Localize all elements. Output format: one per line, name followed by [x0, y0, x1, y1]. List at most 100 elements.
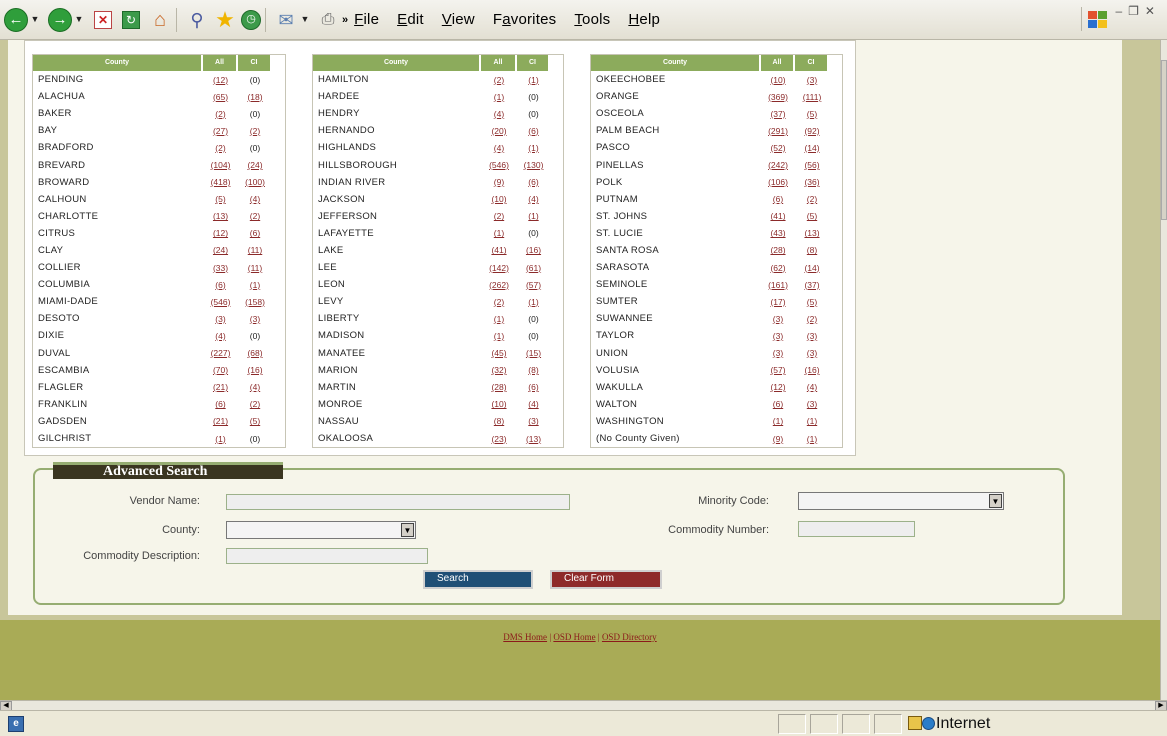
ci-count-link[interactable]: (6) [517, 126, 550, 136]
ci-count-link[interactable]: (37) [795, 280, 829, 290]
all-count-link[interactable]: (291) [761, 126, 795, 136]
all-count-link[interactable]: (242) [761, 160, 795, 170]
search-button[interactable]: Search [423, 570, 533, 589]
all-count-link[interactable]: (4) [203, 331, 238, 341]
ci-count-link[interactable]: (16) [795, 365, 829, 375]
ci-count-link[interactable]: (4) [238, 382, 272, 392]
all-count-link[interactable]: (3) [761, 331, 795, 341]
chevron-down-icon[interactable]: ▼ [989, 494, 1002, 508]
ci-count-link[interactable]: (92) [795, 126, 829, 136]
all-count-link[interactable]: (41) [481, 245, 517, 255]
ci-count-link[interactable]: (61) [517, 263, 550, 273]
all-count-link[interactable]: (62) [761, 263, 795, 273]
all-count-link[interactable]: (28) [481, 382, 517, 392]
ci-count-link[interactable]: (111) [795, 92, 829, 102]
all-count-link[interactable]: (28) [761, 245, 795, 255]
ci-count-link[interactable]: (4) [517, 399, 550, 409]
all-count-link[interactable]: (21) [203, 382, 238, 392]
all-count-link[interactable]: (41) [761, 211, 795, 221]
ci-count-link[interactable]: (1) [795, 416, 829, 426]
ci-count-link[interactable]: (5) [795, 109, 829, 119]
scrollbar-thumb[interactable] [1161, 60, 1167, 220]
all-count-link[interactable]: (1) [761, 416, 795, 426]
all-count-link[interactable]: (43) [761, 228, 795, 238]
all-count-link[interactable]: (13) [203, 211, 238, 221]
all-count-link[interactable]: (4) [481, 143, 517, 153]
ci-count-link[interactable]: (1) [517, 143, 550, 153]
all-count-link[interactable]: (12) [761, 382, 795, 392]
footer-link-osd-directory[interactable]: OSD Directory [602, 632, 657, 642]
ci-count-link[interactable]: (5) [238, 416, 272, 426]
commodity-number-field[interactable] [798, 521, 915, 537]
all-count-link[interactable]: (45) [481, 348, 517, 358]
mail-dropdown-icon[interactable]: ▼ [300, 8, 310, 32]
ci-count-link[interactable]: (11) [238, 263, 272, 273]
vertical-scrollbar[interactable] [1160, 40, 1167, 700]
all-count-link[interactable]: (2) [203, 143, 238, 153]
minority-code-select[interactable]: ▼ [798, 492, 1004, 510]
all-count-link[interactable]: (6) [761, 194, 795, 204]
ci-count-link[interactable]: (14) [795, 263, 829, 273]
ci-count-link[interactable]: (1) [517, 297, 550, 307]
ci-count-link[interactable]: (1) [517, 211, 550, 221]
ci-count-link[interactable]: (8) [795, 245, 829, 255]
all-count-link[interactable]: (227) [203, 348, 238, 358]
all-count-link[interactable]: (10) [481, 194, 517, 204]
all-count-link[interactable]: (142) [481, 263, 517, 273]
all-count-link[interactable]: (6) [203, 399, 238, 409]
ci-count-link[interactable]: (2) [238, 211, 272, 221]
all-count-link[interactable]: (12) [203, 75, 238, 85]
all-count-link[interactable]: (6) [203, 280, 238, 290]
ci-count-link[interactable]: (36) [795, 177, 829, 187]
all-count-link[interactable]: (9) [761, 434, 795, 444]
all-count-link[interactable]: (2) [481, 297, 517, 307]
stop-icon[interactable]: ✕ [94, 10, 112, 29]
ci-count-link[interactable]: (14) [795, 143, 829, 153]
refresh-icon[interactable]: ↻ [122, 10, 140, 29]
all-count-link[interactable]: (20) [481, 126, 517, 136]
all-count-link[interactable]: (37) [761, 109, 795, 119]
all-count-link[interactable]: (70) [203, 365, 238, 375]
all-count-link[interactable]: (1) [481, 331, 517, 341]
back-arrow-icon[interactable]: ← [4, 7, 28, 32]
menu-item-edit[interactable]: Edit [397, 11, 424, 28]
all-count-link[interactable]: (32) [481, 365, 517, 375]
all-count-link[interactable]: (12) [203, 228, 238, 238]
horizontal-scrollbar[interactable]: ◀ ▶ [0, 700, 1167, 711]
ci-count-link[interactable]: (3) [795, 331, 829, 341]
ci-count-link[interactable]: (2) [795, 194, 829, 204]
all-count-link[interactable]: (57) [761, 365, 795, 375]
all-count-link[interactable]: (546) [203, 297, 238, 307]
ci-count-link[interactable]: (6) [517, 382, 550, 392]
ci-count-link[interactable]: (16) [517, 245, 550, 255]
all-count-link[interactable]: (5) [203, 194, 238, 204]
all-count-link[interactable]: (1) [203, 434, 238, 444]
commodity-description-field[interactable] [226, 548, 428, 564]
all-count-link[interactable]: (23) [481, 434, 517, 444]
forward-arrow-icon[interactable]: → [48, 7, 72, 32]
menu-item-view[interactable]: View [442, 11, 475, 28]
ci-count-link[interactable]: (68) [238, 348, 272, 358]
ci-count-link[interactable]: (3) [517, 416, 550, 426]
ci-count-link[interactable]: (2) [238, 399, 272, 409]
all-count-link[interactable]: (9) [481, 177, 517, 187]
all-count-link[interactable]: (3) [761, 314, 795, 324]
all-count-link[interactable]: (1) [481, 228, 517, 238]
ci-count-link[interactable]: (3) [795, 399, 829, 409]
ci-count-link[interactable]: (5) [795, 297, 829, 307]
all-count-link[interactable]: (10) [481, 399, 517, 409]
all-count-link[interactable]: (262) [481, 280, 517, 290]
ci-count-link[interactable]: (2) [238, 126, 272, 136]
all-count-link[interactable]: (6) [761, 399, 795, 409]
toolbar-overflow-icon[interactable]: » [342, 14, 348, 26]
all-count-link[interactable]: (10) [761, 75, 795, 85]
menu-item-file[interactable]: File [354, 11, 379, 28]
all-count-link[interactable]: (369) [761, 92, 795, 102]
favorites-star-icon[interactable]: ★ [213, 8, 237, 32]
ci-count-link[interactable]: (3) [238, 314, 272, 324]
all-count-link[interactable]: (65) [203, 92, 238, 102]
all-count-link[interactable]: (52) [761, 143, 795, 153]
all-count-link[interactable]: (4) [481, 109, 517, 119]
county-select[interactable]: ▼ [226, 521, 416, 539]
ci-count-link[interactable]: (13) [795, 228, 829, 238]
